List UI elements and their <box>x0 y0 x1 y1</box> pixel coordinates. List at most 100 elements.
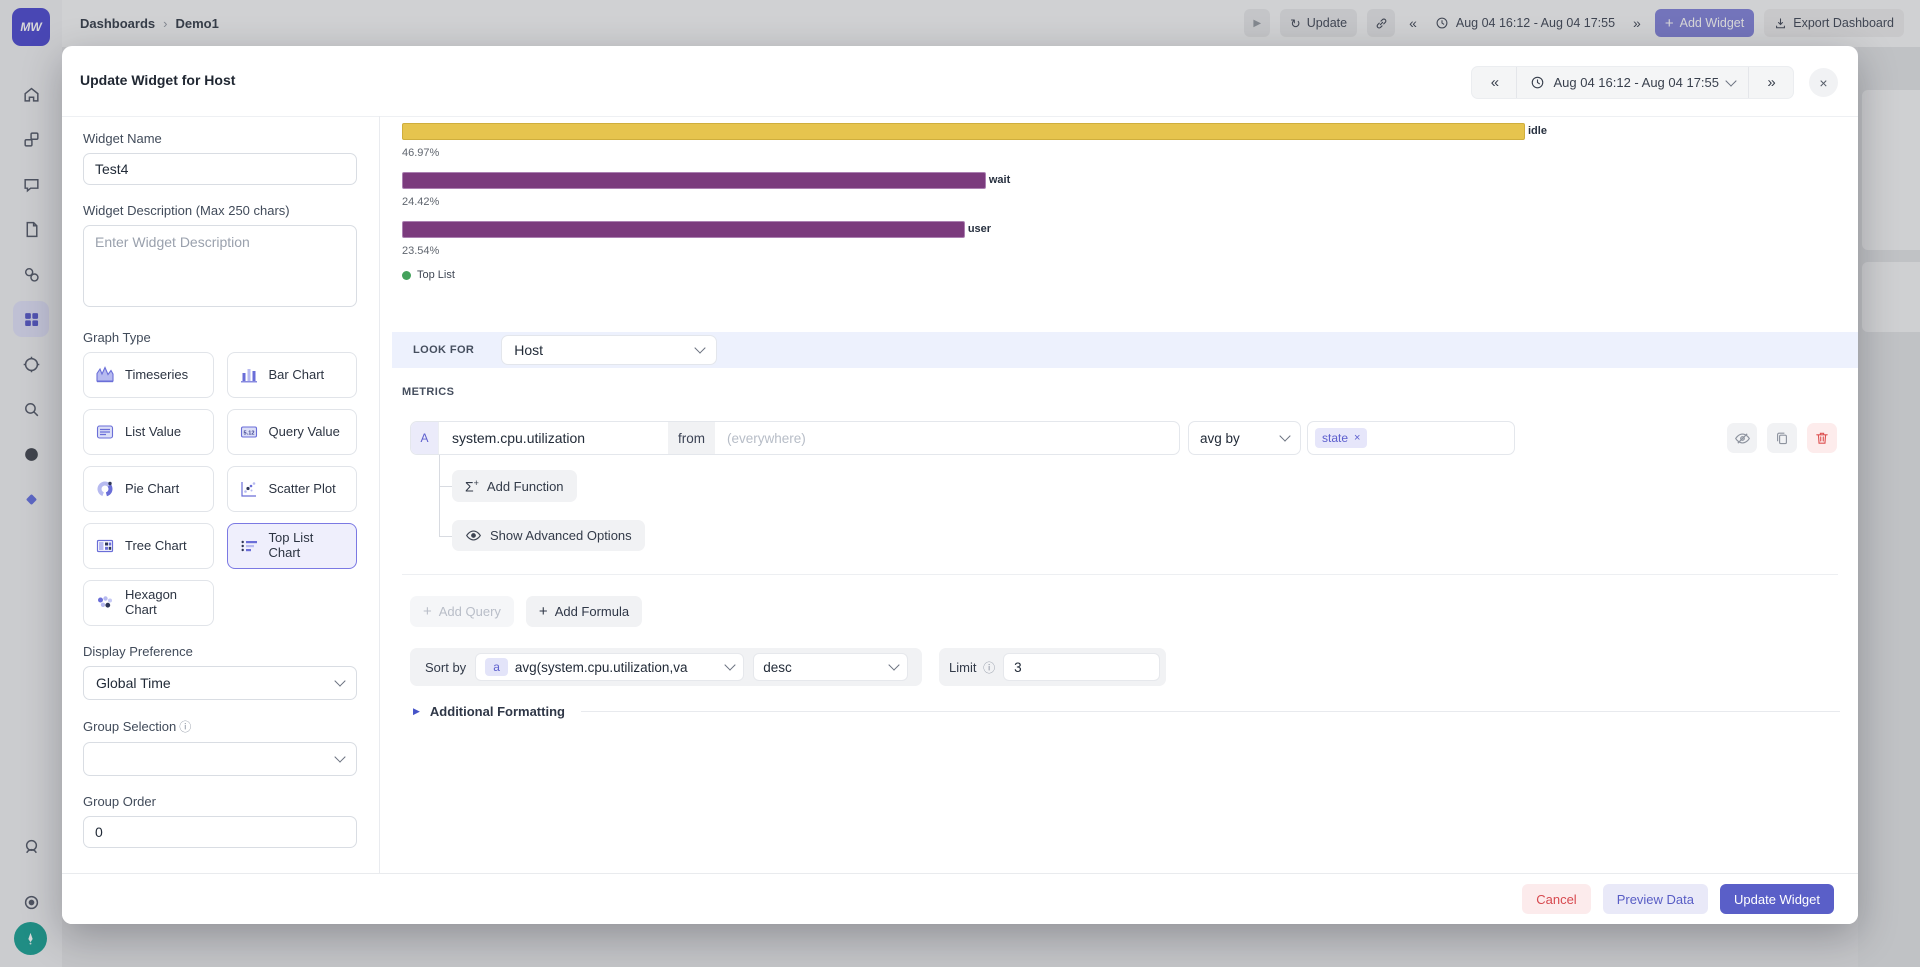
duplicate-query-button[interactable] <box>1767 423 1797 453</box>
aggregation-select[interactable]: avg by <box>1188 421 1301 455</box>
graph-type-label: Timeseries <box>125 368 188 383</box>
limit-input[interactable] <box>1003 653 1160 681</box>
graph-type-label: Scatter Plot <box>269 482 336 497</box>
top-list-chart: idle46.97%wait24.42%user23.54% Top List <box>402 122 1848 281</box>
remove-tag-icon[interactable]: × <box>1354 432 1360 444</box>
query-panel: idle46.97%wait24.42%user23.54% Top List … <box>380 116 1858 873</box>
add-query-button[interactable]: + Add Query <box>410 596 514 627</box>
cancel-button[interactable]: Cancel <box>1522 884 1590 914</box>
bar-row: user <box>402 220 1848 238</box>
show-advanced-options-button[interactable]: Show Advanced Options <box>452 520 645 551</box>
graph-type-pie-chart[interactable]: Pie Chart <box>83 466 214 512</box>
chevron-down-icon <box>1725 75 1736 86</box>
hide-query-button[interactable] <box>1727 423 1757 453</box>
section-divider <box>402 574 1838 575</box>
from-label: from <box>668 422 715 454</box>
group-by-tag[interactable]: state × <box>1315 428 1367 448</box>
graph-type-query-value[interactable]: 5.12Query Value <box>227 409 358 455</box>
look-for-label: LOOK FOR <box>413 344 474 356</box>
update-widget-modal: Update Widget for Host « Aug 04 16:12 - … <box>62 46 1858 924</box>
add-function-button[interactable]: Σ+ Add Function <box>452 470 577 502</box>
graph-type-timeseries[interactable]: Timeseries <box>83 352 214 398</box>
group-order-input[interactable] <box>83 816 357 848</box>
metric-query-row: A system.cpu.utilization from (everywher… <box>410 421 1837 455</box>
clock-icon <box>1530 75 1545 90</box>
display-preference-select[interactable]: Global Time <box>83 666 357 700</box>
chevron-down-icon <box>695 342 706 353</box>
bar-row: wait <box>402 171 1848 189</box>
from-filter-field[interactable]: (everywhere) <box>715 422 1179 454</box>
graph-type-hexagon-chart[interactable]: Hexagon Chart <box>83 580 214 626</box>
metrics-section-label: METRICS <box>402 386 454 398</box>
modal-header: Update Widget for Host « Aug 04 16:12 - … <box>62 46 1858 117</box>
time-back-button[interactable]: « <box>1472 67 1516 98</box>
delete-query-button[interactable] <box>1807 423 1837 453</box>
look-for-row: LOOK FOR Host <box>392 332 1858 368</box>
widget-name-label: Widget Name <box>83 131 357 146</box>
svg-text:5.12: 5.12 <box>243 431 254 437</box>
graph-type-grid: Timeseries Bar Chart List Value 5.12Query V… <box>83 352 357 626</box>
bar-value-label: 23.54% <box>402 245 1848 257</box>
info-icon: ⓘ <box>179 720 191 734</box>
bar-category-label: idle <box>1528 125 1547 137</box>
hexagon-chart-icon <box>94 592 116 614</box>
sort-field-select[interactable]: a avg(system.cpu.utilization,va <box>475 653 744 681</box>
modal-footer: Cancel Preview Data Update Widget <box>62 873 1858 924</box>
widget-description-label: Widget Description (Max 250 chars) <box>83 203 357 218</box>
look-for-select[interactable]: Host <box>501 335 717 365</box>
group-selection-label: Group Selectionⓘ <box>83 718 357 735</box>
legend-item[interactable]: Top List <box>402 269 455 281</box>
query-value-icon: 5.12 <box>238 421 260 443</box>
add-formula-button[interactable]: + Add Formula <box>526 596 642 627</box>
bar-idle <box>402 123 1525 140</box>
sort-by-label: Sort by <box>425 660 466 675</box>
bar-chart-icon <box>238 364 260 386</box>
chart-legend: Top List <box>402 269 1848 281</box>
eye-slash-icon <box>1734 430 1751 447</box>
widget-description-input[interactable] <box>83 225 357 307</box>
graph-type-label: Pie Chart <box>125 482 179 497</box>
graph-type-list-value[interactable]: List Value <box>83 409 214 455</box>
graph-type-tree-chart[interactable]: Tree Chart <box>83 523 214 569</box>
graph-type-bar-chart[interactable]: Bar Chart <box>227 352 358 398</box>
metric-name-field[interactable]: system.cpu.utilization <box>438 422 668 454</box>
display-preference-label: Display Preference <box>83 644 357 659</box>
expand-arrow-icon: ▶ <box>413 706 420 717</box>
graph-type-top-list-chart[interactable]: Top List Chart <box>227 523 358 569</box>
bar-user <box>402 221 965 238</box>
sort-row: Sort by a avg(system.cpu.utilization,va … <box>410 648 1166 686</box>
bar-category-label: user <box>968 223 991 235</box>
sort-by-group: Sort by a avg(system.cpu.utilization,va … <box>410 648 922 686</box>
group-by-field[interactable]: state × <box>1307 421 1515 455</box>
query-letter-badge[interactable]: A <box>411 422 438 454</box>
preview-data-button[interactable]: Preview Data <box>1603 884 1708 914</box>
plus-icon: + <box>539 604 548 619</box>
graph-type-label: Tree Chart <box>125 539 187 554</box>
list-value-icon <box>94 421 116 443</box>
time-range-dropdown[interactable]: Aug 04 16:12 - Aug 04 17:55 <box>1516 67 1748 98</box>
legend-dot <box>402 271 411 280</box>
top-list-chart-icon <box>238 535 260 557</box>
time-forward-button[interactable]: » <box>1748 67 1793 98</box>
copy-icon <box>1774 430 1790 446</box>
update-widget-button[interactable]: Update Widget <box>1720 884 1834 914</box>
sort-direction-select[interactable]: desc <box>753 653 908 681</box>
bar-wait <box>402 172 986 189</box>
chevron-down-icon <box>889 659 900 670</box>
chevron-down-icon <box>725 659 736 670</box>
additional-formatting-toggle[interactable]: ▶ Additional Formatting <box>413 704 1840 719</box>
plus-icon: + <box>423 604 432 619</box>
widget-name-input[interactable] <box>83 153 357 185</box>
graph-type-label: Top List Chart <box>269 531 347 561</box>
graph-type-label: Graph Type <box>83 330 357 345</box>
limit-group: Limit ⓘ <box>939 648 1166 686</box>
group-selection-select[interactable] <box>83 742 357 776</box>
graph-type-label: Bar Chart <box>269 368 325 383</box>
group-order-label: Group Order <box>83 794 357 809</box>
graph-type-label: Hexagon Chart <box>125 588 203 618</box>
close-icon[interactable]: × <box>1809 68 1838 97</box>
sigma-plus-icon: Σ+ <box>465 478 479 495</box>
pie-chart-icon <box>94 478 116 500</box>
graph-type-scatter-plot[interactable]: Scatter Plot <box>227 466 358 512</box>
modal-title: Update Widget for Host <box>80 72 235 88</box>
